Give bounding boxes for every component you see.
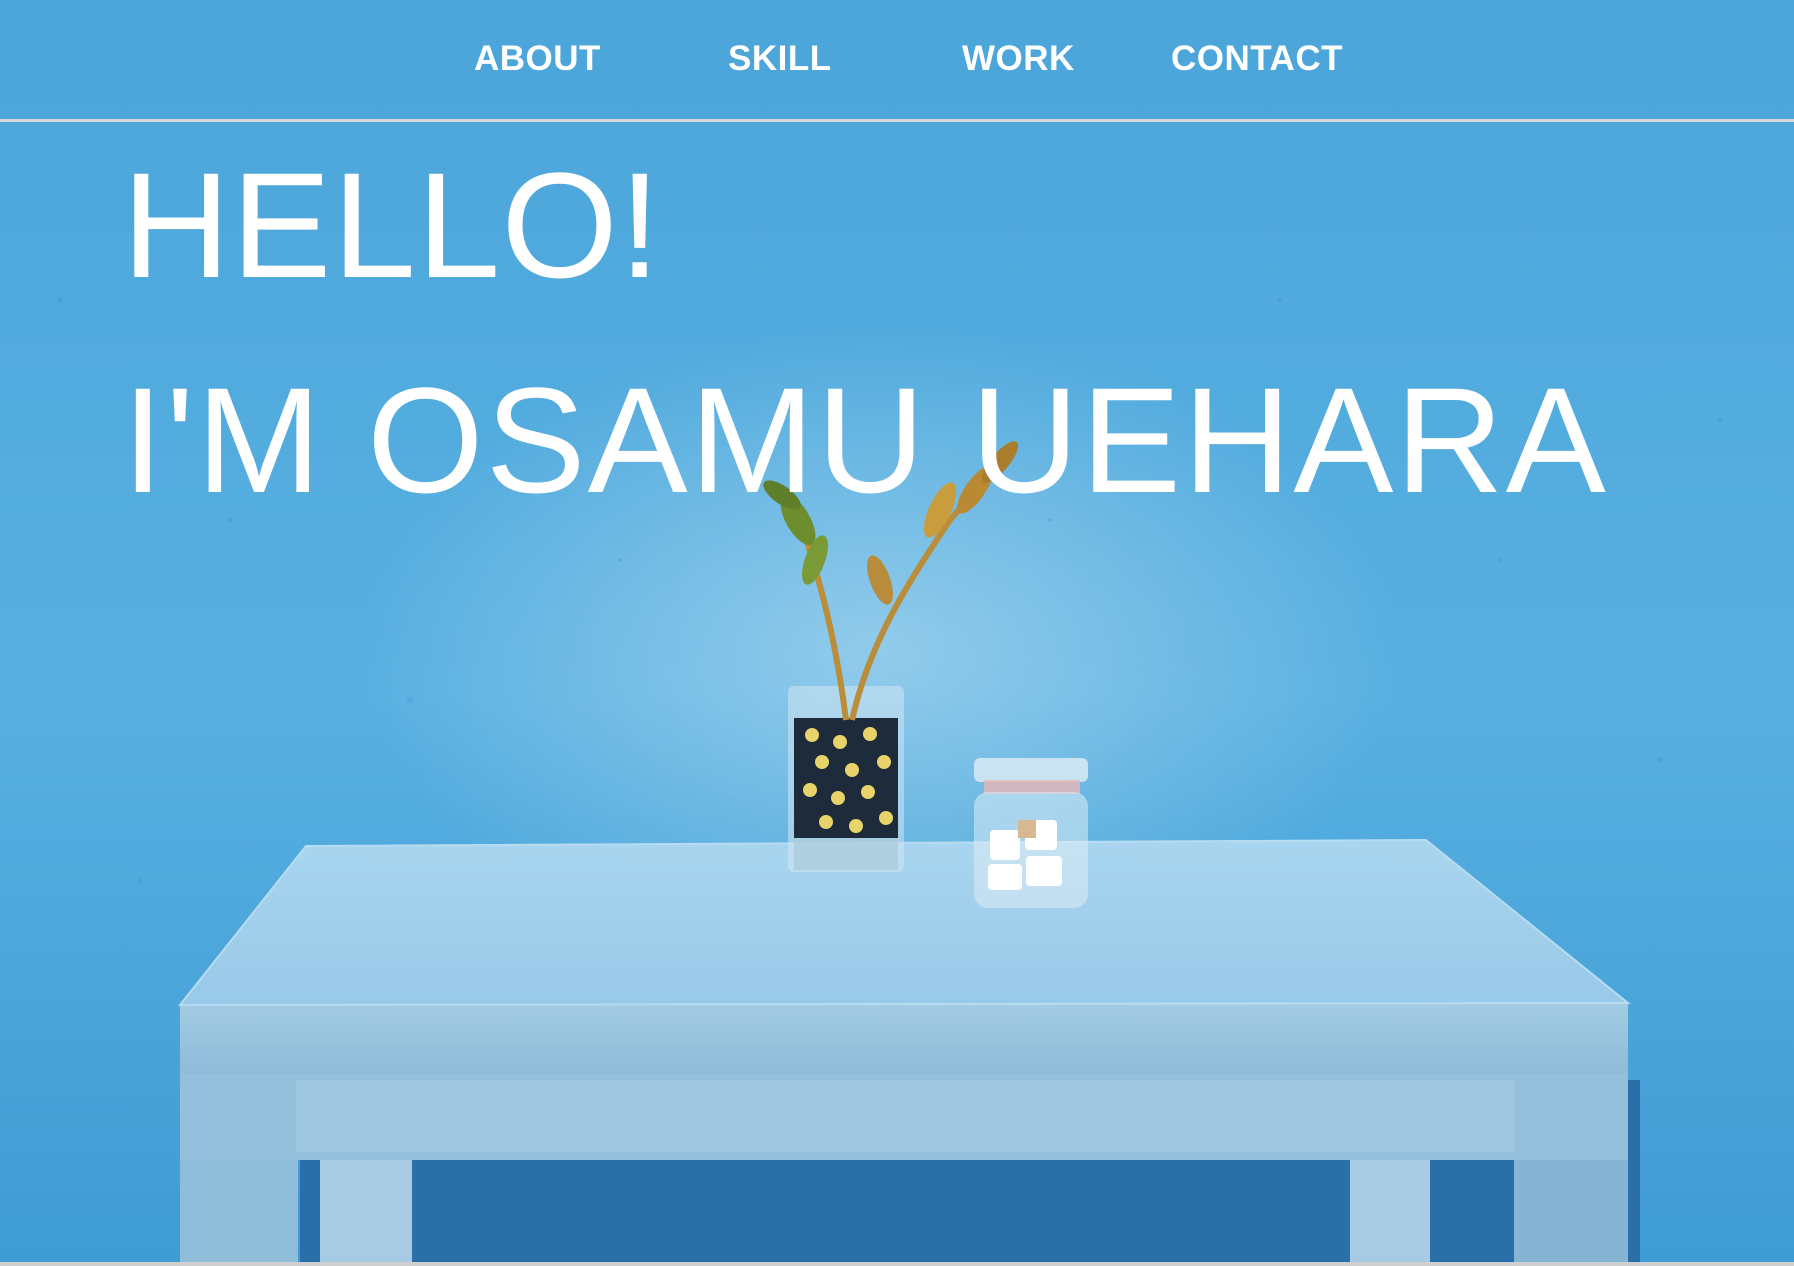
hero-greeting: HELLO! — [122, 141, 662, 309]
nav-link-skill[interactable]: SKILL — [728, 39, 832, 79]
hero-name: I'M OSAMU UEHARA — [122, 356, 1608, 524]
nav-link-about[interactable]: ABOUT — [474, 39, 601, 79]
top-navigation: ABOUT SKILL WORK CONTACT — [0, 0, 1794, 122]
bottom-divider — [0, 1262, 1794, 1266]
nav-link-contact[interactable]: CONTACT — [1171, 39, 1343, 79]
nav-link-work[interactable]: WORK — [962, 39, 1075, 79]
glass-jar — [974, 758, 1088, 908]
hero-section: ABOUT SKILL WORK CONTACT HELLO! I'M OSAM… — [0, 0, 1794, 1266]
